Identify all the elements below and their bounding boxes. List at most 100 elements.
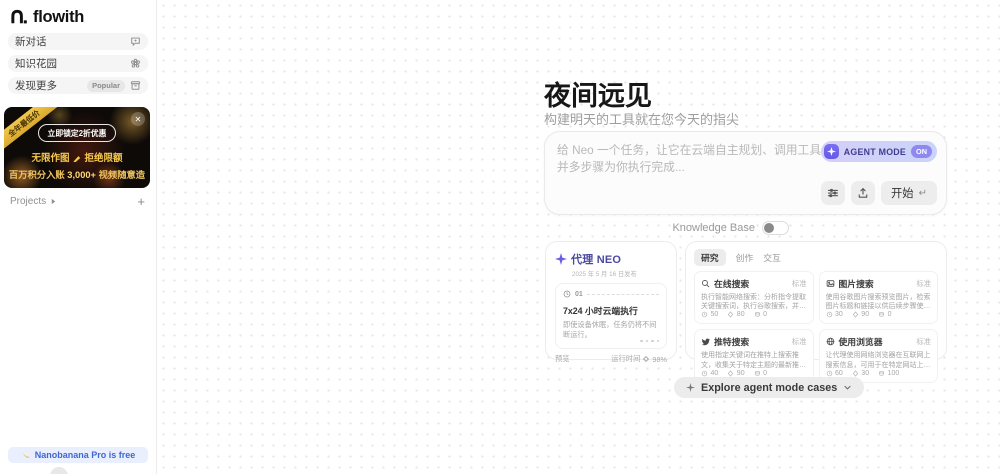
sidebar-item-new-chat[interactable]: 新对话 (8, 33, 148, 50)
tool-card-image-search[interactable]: 图片搜索 标准 使用谷歌图片搜索预览图片，检索图片标题和链接以供后续步骤使用。 … (818, 271, 938, 325)
prompt-card: AGENT MODE ON 开始 (544, 131, 947, 215)
nanobanana-banner[interactable]: Nanobanana Pro is free (8, 447, 148, 463)
close-icon[interactable]: ✕ (131, 112, 145, 126)
carousel-dots[interactable] (640, 339, 659, 342)
stat-coins: 0 (887, 311, 892, 319)
knowledge-base-toggle[interactable] (762, 221, 789, 235)
coins-icon (879, 370, 884, 376)
flowith-logo-icon (11, 9, 27, 24)
promo-banner[interactable]: 全年最低价 ✕ 立即锁定2折优惠 无限作图 拒绝限额 百万积分入账 3,000+… (4, 107, 150, 188)
tool-title: 推特搜索 (714, 337, 750, 348)
promo-line1-left: 无限作图 (31, 153, 70, 164)
tool-title: 使用浏览器 (838, 337, 883, 348)
neo-step-number: 01 (575, 290, 583, 298)
flower-icon (131, 58, 140, 68)
sidebar-item-knowledge-garden[interactable]: 知识花园 (8, 55, 148, 72)
stat-time: 40 (710, 369, 719, 377)
neo-header: 代理 NEO (555, 251, 667, 267)
neo-agent-card[interactable]: 代理 NEO 2025 年 5 月 16 日发布 01 7x24 小时云端执行 … (545, 241, 677, 364)
neo-release-date: 2025 年 5 月 16 日发布 (572, 271, 637, 278)
stat-time: 60 (835, 369, 843, 377)
logo[interactable]: flowith (10, 8, 84, 27)
sidebar-item-discover[interactable]: 发现更多 Popular (8, 77, 148, 94)
sidebar: flowith 新对话 知识花园 发现更多 Popular 全年最低价 ✕ 立即… (0, 0, 157, 474)
promo-line2-c: 视频随意造 (98, 170, 146, 180)
input-actions: 开始 ↵ (821, 181, 937, 205)
neo-uptime-label: 运行时间 (611, 354, 641, 363)
tool-title: 图片搜索 (838, 279, 874, 289)
tool-card-twitter-search[interactable]: 推特搜索 标准 使用指定关键词在推特上搜索推文，收集关于特定主题的最新推文和讨论… (694, 329, 814, 383)
tab-research[interactable]: 研究 (694, 249, 726, 266)
stat-coins: 100 (887, 369, 900, 377)
add-project-button[interactable]: + (135, 195, 147, 208)
tab-creation[interactable]: 创作 (736, 249, 754, 266)
app-root: flowith 新对话 知识花园 发现更多 Popular 全年最低价 ✕ 立即… (0, 0, 1000, 474)
neo-footer: 预览 运行时间 98% (555, 354, 667, 364)
agent-mode-toggle[interactable]: AGENT MODE ON (820, 141, 937, 162)
logo-text: flowith (33, 8, 85, 26)
tool-desc: 让代理使用网络浏览器在互联网上搜索信息，可用于在特定网站上搜索信息或运行... (825, 352, 931, 369)
neo-uptime-value: 98% (652, 354, 667, 364)
credit-icon (728, 370, 734, 377)
neo-step-row: 01 (563, 290, 659, 298)
promo-line2-count: 3,000+ (67, 170, 96, 180)
knowledge-garden-label: 知识花园 (15, 58, 57, 70)
banana-icon (22, 451, 30, 458)
stat-coins: 0 (763, 369, 767, 377)
upload-button[interactable] (851, 181, 875, 205)
archive-box-icon (130, 81, 141, 90)
tool-card-use-browser[interactable]: 使用浏览器 标准 让代理使用网络浏览器在互联网上搜索信息，可用于在特定网站上搜索… (818, 329, 938, 383)
toggle-knob (764, 223, 774, 233)
tool-card-online-search[interactable]: 在线搜索 标准 执行智能网络搜索：分析指令提取关键搜索词，执行谷歌搜索，并为每个… (694, 271, 814, 325)
clock-icon (563, 290, 571, 298)
promo-line2: 百万积分入账 3,000+ 视频随意造 (4, 167, 150, 181)
page-title: 夜间远见 (544, 81, 652, 111)
dashed-divider (586, 293, 659, 295)
chevron-down-icon (844, 385, 851, 390)
credit-icon (852, 311, 858, 319)
stat-credits: 30 (861, 369, 870, 377)
stat-credits: 90 (736, 369, 745, 377)
neo-feature-title: 7x24 小时云端执行 (563, 306, 638, 316)
tool-desc: 使用谷歌图片搜索预览图片，检索图片标题和链接以供后续步骤使用。 (825, 294, 931, 311)
promo-line1: 无限作图 拒绝限额 (4, 150, 150, 164)
search-icon (702, 280, 710, 288)
credit-icon (728, 311, 734, 319)
stat-credits: 80 (736, 311, 745, 319)
twitter-icon (701, 339, 710, 346)
promo-cta-pill[interactable]: 立即锁定2折优惠 (37, 124, 117, 142)
promo-line2-a: 百万积分入账 (8, 170, 65, 180)
timer-icon (701, 370, 708, 377)
agent-mode-label: AGENT MODE (843, 146, 907, 157)
tool-title: 在线搜索 (714, 279, 750, 289)
chevron-right-icon (51, 198, 56, 205)
standard-badge: 标准 (791, 278, 807, 288)
projects-label: Projects (10, 196, 47, 207)
promo-line1-right: 拒绝限额 (84, 153, 123, 164)
prompt-input[interactable] (557, 141, 837, 183)
standard-badge: 标准 (916, 336, 931, 346)
diamond-icon (643, 356, 650, 362)
sliders-icon (827, 188, 839, 198)
explore-cases-button[interactable]: Explore agent mode cases (674, 377, 865, 398)
tab-interaction[interactable]: 交互 (763, 249, 781, 266)
knowledge-base-row: Knowledge Base (672, 221, 789, 235)
stat-time: 50 (710, 311, 719, 319)
credit-icon (852, 370, 858, 377)
standard-badge: 标准 (791, 336, 807, 346)
start-button[interactable]: 开始 ↵ (881, 181, 937, 205)
sparkle-icon (686, 383, 695, 392)
explore-cases-label: Explore agent mode cases (701, 381, 838, 394)
projects-toggle[interactable]: Projects + (10, 195, 147, 208)
knowledge-base-label: Knowledge Base (672, 222, 755, 234)
nanobanana-label: Nanobanana Pro is free (34, 450, 136, 460)
popular-badge: Popular (87, 79, 125, 92)
agent-sparkle-icon (823, 144, 839, 159)
enter-key-icon: ↵ (918, 187, 927, 199)
avatar[interactable] (50, 467, 68, 474)
neo-feature-panel: 01 7x24 小时云端执行 即使设备休眠，任务仍将不间断运行。 (555, 283, 667, 349)
discover-label: 发现更多 (15, 80, 57, 92)
coins-icon (754, 370, 760, 376)
tool-desc: 执行智能网络搜索：分析指令提取关键搜索词，执行谷歌搜索，并为每个结果生成描述..… (701, 294, 806, 311)
settings-sliders-button[interactable] (821, 181, 845, 205)
